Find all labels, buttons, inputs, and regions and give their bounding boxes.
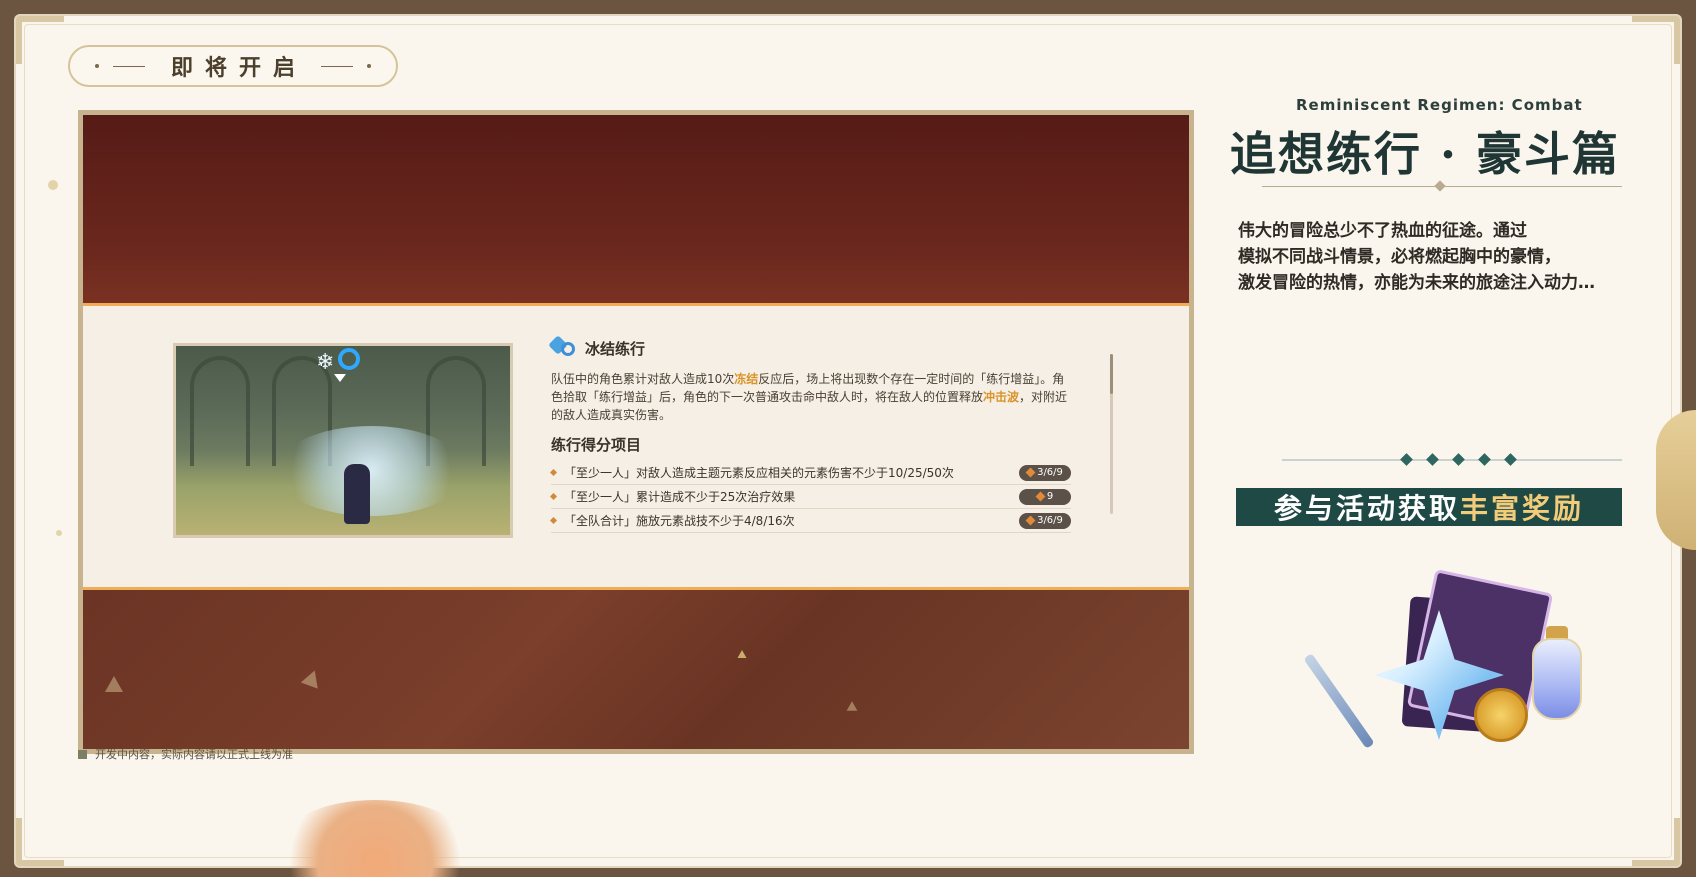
intro-line: 伟大的冒险总少不了热血的征途。通过 [1238,221,1527,241]
diamond-icon [1025,467,1036,478]
score-item: 「全队合计」施放元素战技不少于4/8/16次 3/6/9 [549,509,1071,533]
badge-line [321,65,353,67]
gameplay-preview: ❄ 冰结练行 队伍中的角色累计对敌人造成10次冻结反应后，场上将出现数个存在一定… [78,110,1194,754]
badge-dot [367,64,371,68]
cryo-snowflake-icon: ❄ [316,350,335,375]
reward-chip: 9 [1019,488,1071,505]
reward-chip: 3/6/9 [1019,512,1071,529]
badge-dot [94,64,99,68]
score-item: 「至少一人」累计造成不少于25次治疗效果 9 [549,485,1071,509]
event-title-en: Reminiscent Regimen: Combat [1296,96,1583,114]
coming-soon-badge: 即将开启 [68,45,398,87]
disclaimer-text: 开发中内容，实际内容请以正式上线为准 [95,748,293,761]
gameplay-scene-image: ❄ [173,343,513,538]
decorative-dot [48,180,58,190]
disclaimer-square-icon [78,749,87,759]
corner-ornament [1632,818,1680,866]
score-items-title: 练行得分项目 [551,436,642,454]
reward-chip: 3/6/9 [1019,464,1071,481]
mode-info: 冰结练行 队伍中的角色累计对敌人造成10次冻结反应后，场上将出现数个存在一定时间… [548,335,1071,533]
preview-top-band [83,115,1189,303]
mora-coin-icon [1474,688,1528,742]
bullet-icon [549,516,558,525]
intro-line: 激发冒险的热情，亦能为未来的旅途注入动力… [1238,273,1595,293]
mode-title: 冰结练行 [585,339,646,358]
badge-line [112,65,145,67]
desc-text: 队伍中的角色累计对敌人造成10次 [551,372,735,386]
corner-ornament [16,16,64,64]
bullet-icon [549,468,558,477]
mode-header: 冰结练行 [548,335,1071,360]
shard-decoration [737,650,747,658]
info-scrollbar[interactable] [1110,354,1113,514]
preview-bottom-band [83,590,1189,749]
shard-decoration [846,701,858,711]
reward-banner: 参与活动获取 丰富奖励 [1236,488,1622,526]
score-item-text: 「至少一人」对敌人造成主题元素反应相关的元素伤害不少于10/25/50次 [564,466,954,480]
event-title-cn: 追想练行 · 豪斗篇 [1230,127,1621,181]
event-intro: 伟大的冒险总少不了热血的征途。通过 模拟不同战斗情景，必将燃起胸中的豪情， 激发… [1238,218,1658,296]
frost-effect [276,426,466,516]
title-divider [1262,180,1622,192]
disclaimer: 开发中内容，实际内容请以正式上线为准 [78,746,293,762]
cryo-hydro-icon [548,335,577,360]
mode-description: 队伍中的角色累计对敌人造成10次冻结反应后，场上将出现数个存在一定时间的「练行增… [551,370,1071,424]
target-pointer-icon [334,374,346,382]
hydro-shape [561,342,575,356]
shard-decoration [300,667,324,689]
reward-chip-value: 3/6/9 [1037,515,1063,526]
scene-arch [190,356,250,466]
diamond-icon [1035,491,1046,502]
shard-decoration [105,676,123,692]
score-item-text: 「全队合计」施放元素战技不少于4/8/16次 [564,514,795,528]
diamond-icon [1025,515,1036,526]
reward-chip-value: 3/6/9 [1037,467,1063,478]
potion-bottle-icon [1532,638,1582,720]
corner-ornament [1632,16,1680,64]
reward-banner-highlight: 丰富奖励 [1460,492,1585,525]
decorative-dot [56,530,62,536]
reward-chip-value: 9 [1046,491,1054,502]
hydro-swirl-icon [338,348,360,370]
badge-label: 即将开启 [170,56,307,81]
character-figure [344,464,370,524]
side-ornament [1656,410,1696,550]
bullet-icon [549,492,558,501]
mode-card: ❄ 冰结练行 队伍中的角色累计对敌人造成10次冻结反应后，场上将出现数个存在一定… [83,303,1189,590]
reward-banner-text: 参与活动获取 [1273,492,1460,525]
score-item-text: 「至少一人」累计造成不少于25次治疗效果 [564,490,796,504]
scrollbar-thumb[interactable] [1110,354,1113,394]
desc-highlight-frozen: 冻结 [734,372,759,386]
corner-ornament [16,818,64,866]
desc-highlight-shockwave: 冲击波 [983,390,1020,404]
reward-items [1303,569,1600,760]
score-item: 「至少一人」对敌人造成主题元素反应相关的元素伤害不少于10/25/50次 3/6… [549,461,1071,485]
reward-divider [1282,453,1622,466]
intro-line: 模拟不同战斗情景，必将燃起胸中的豪情， [1238,247,1561,267]
